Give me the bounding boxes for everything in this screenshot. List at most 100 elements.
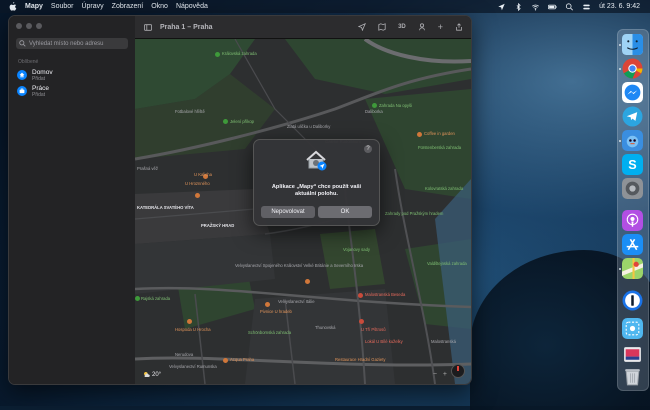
map-poi[interactable] (358, 293, 363, 298)
trash-icon[interactable] (622, 366, 643, 387)
ok-button[interactable]: OK (318, 206, 372, 218)
map-label[interactable]: Jelení příkop (230, 119, 254, 124)
help-button[interactable]: ? (364, 145, 372, 153)
map-label[interactable]: Restaurace Hradní Gaziety (335, 357, 386, 362)
close-window-button[interactable] (16, 23, 22, 29)
map-label[interactable]: Fotbalové hřiště (175, 109, 205, 114)
maps-window: Vyhledat místo nebo adresu Oblíbené Domo… (8, 15, 472, 385)
messenger-icon[interactable] (622, 82, 643, 103)
search-icon[interactable] (565, 2, 574, 11)
location-arrow-icon[interactable] (497, 3, 506, 11)
1password-icon[interactable] (622, 290, 643, 311)
app-store-icon[interactable] (622, 234, 643, 255)
map-label[interactable]: Nerudova (175, 352, 193, 357)
map-label[interactable]: Rajská zahrada (141, 296, 170, 301)
map-poi[interactable] (187, 319, 192, 324)
map-label[interactable]: Schönbornská zahrada (248, 330, 291, 335)
map-poi[interactable] (135, 296, 140, 301)
add-button[interactable]: + (438, 22, 443, 32)
chrome-icon[interactable] (622, 58, 643, 79)
map-poi[interactable] (223, 119, 228, 124)
battery-icon[interactable] (548, 3, 557, 11)
3d-button[interactable]: 3D (398, 24, 406, 30)
map-mode-icon[interactable] (378, 23, 386, 31)
podcasts-icon[interactable] (622, 210, 643, 231)
map-label[interactable]: Daliborka (365, 109, 383, 114)
menu-zobrazeni[interactable]: Zobrazení (112, 3, 144, 10)
map-label[interactable]: Velvyslanectví Itálie (278, 299, 315, 304)
map-label[interactable]: Valdštejnská zahrada (427, 261, 467, 266)
map-poi[interactable] (223, 358, 228, 363)
map-poi[interactable] (372, 103, 377, 108)
map-poi[interactable] (359, 319, 364, 324)
maps-icon[interactable] (622, 258, 643, 279)
menu-napoveda[interactable]: Nápověda (176, 3, 208, 10)
favorite-home-title: Domov (32, 69, 53, 76)
compass-button[interactable] (451, 364, 465, 378)
menubar-clock[interactable]: út 23. 6. 9:42 (599, 3, 640, 10)
map-poi[interactable] (195, 193, 200, 198)
preview-icon[interactable] (622, 344, 643, 365)
map-label[interactable]: Zahrady pod Pražským hradem (385, 211, 443, 216)
dialog-message: Aplikace „Mapy“ chce použít vaši aktuáln… (271, 184, 362, 197)
map-poi[interactable] (265, 302, 270, 307)
current-location-icon[interactable] (358, 23, 367, 31)
map-label[interactable]: Acqua Praha (230, 357, 254, 362)
svg-text:S: S (628, 158, 636, 172)
weather-badge: 20° (143, 371, 161, 378)
control-center-icon[interactable] (582, 3, 591, 11)
sidebar-toggle-icon[interactable] (144, 23, 152, 31)
tweetbot-icon[interactable] (622, 130, 643, 151)
zoom-window-button[interactable] (36, 23, 42, 29)
system-preferences-icon[interactable] (622, 178, 643, 199)
favorite-work[interactable]: Práce Přidat (17, 85, 49, 98)
finder-icon[interactable] (622, 34, 643, 55)
map-label[interactable]: Lokál U Bílé kuželky (365, 339, 403, 344)
dock: S (617, 29, 649, 391)
map-label[interactable]: Malostranská Beseda (365, 292, 405, 297)
map-label[interactable]: Královská zahrada (222, 51, 257, 56)
zoom-in-button[interactable]: + (443, 371, 447, 378)
map-label[interactable]: Vojanovy sady (343, 247, 370, 252)
zoom-out-button[interactable]: − (433, 371, 437, 378)
map-label[interactable]: Zlatá ulička u Daliborky (287, 124, 330, 129)
map-label[interactable]: U Kalicha (194, 172, 212, 177)
map-label[interactable]: Thunovská (315, 325, 335, 330)
map-label[interactable]: PRAŽSKÝ HRAD (201, 223, 234, 228)
map-label[interactable]: Pivnice U hradeb (260, 309, 292, 314)
deny-button[interactable]: Nepovolovat (261, 206, 315, 218)
search-placeholder: Vyhledat místo nebo adresu (29, 40, 104, 47)
map-label[interactable]: KATEDRÁLA SVATÉHO VÍTA (137, 205, 194, 210)
look-around-icon[interactable] (418, 23, 426, 31)
menu-upravy[interactable]: Úpravy (81, 3, 103, 10)
wifi-icon[interactable] (531, 3, 540, 11)
skype-icon[interactable]: S (622, 154, 643, 175)
bluetooth-icon[interactable] (514, 2, 523, 11)
map-label[interactable]: Prašná věž (137, 166, 158, 171)
apple-icon[interactable] (9, 2, 17, 11)
map-label[interactable]: Coffee in garden (424, 131, 455, 136)
share-icon[interactable] (455, 23, 463, 31)
favorite-home[interactable]: Domov Přidat (17, 69, 53, 82)
minimize-window-button[interactable] (26, 23, 32, 29)
map-label[interactable]: Zahrada Na opyši (379, 103, 412, 108)
map-label[interactable]: U Hroznného (185, 181, 210, 186)
search-field[interactable]: Vyhledat místo nebo adresu (16, 38, 128, 49)
map-poi[interactable] (417, 132, 422, 137)
screenshot-icon[interactable] (622, 318, 643, 339)
map-label[interactable]: Kolovratská zahrada (425, 186, 463, 191)
menu-soubor[interactable]: Soubor (51, 3, 74, 10)
map-label[interactable]: Malostranská (431, 339, 456, 344)
menu-app-name[interactable]: Mapy (25, 3, 43, 10)
map-label[interactable]: Velvyslanectví Spojeného Království Velk… (235, 263, 363, 268)
map-label[interactable]: Velvyslanectví Rumunska (169, 364, 217, 369)
map-poi[interactable] (305, 279, 310, 284)
telegram-icon[interactable] (622, 106, 643, 127)
sidebar: Vyhledat místo nebo adresu Oblíbené Domo… (9, 16, 136, 384)
menu-okno[interactable]: Okno (151, 3, 168, 10)
weather-temperature: 20° (152, 371, 162, 378)
map-label[interactable]: Hospoda U Hrocha (175, 327, 211, 332)
map-label[interactable]: Fürstenberská zahrada (418, 145, 461, 150)
map-poi[interactable] (215, 52, 220, 57)
map-label[interactable]: U Tří Pštrosů (361, 327, 386, 332)
